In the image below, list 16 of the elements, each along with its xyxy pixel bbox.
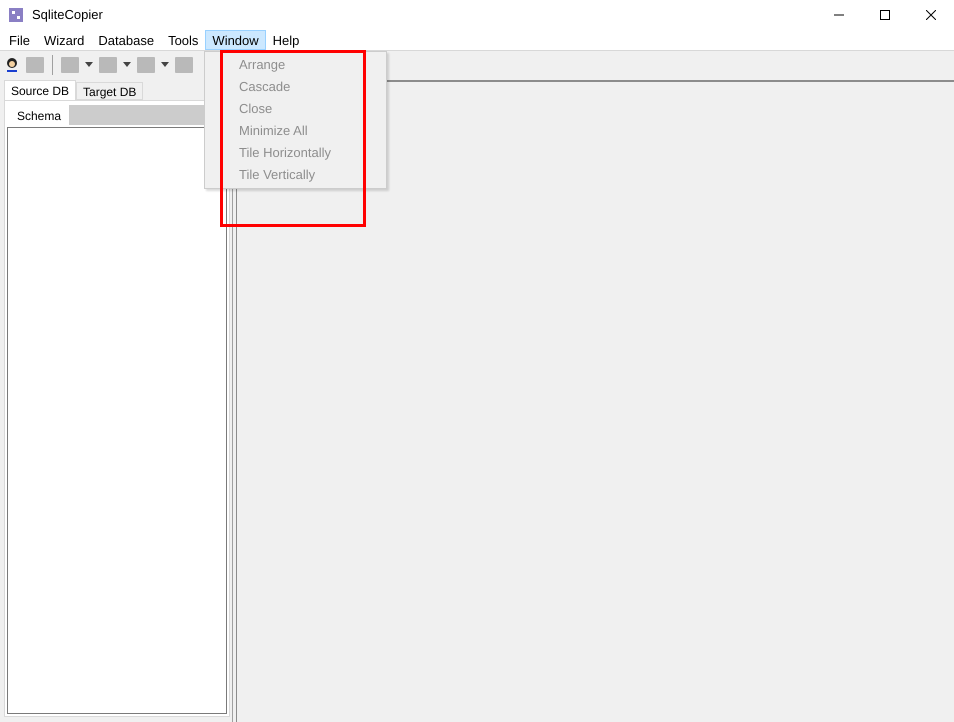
window-title: SqliteCopier (32, 6, 103, 24)
menu-item[interactable]: Tools (161, 30, 206, 50)
tab[interactable]: Source DB (4, 80, 76, 100)
menu-item[interactable]: File (2, 30, 37, 50)
maximize-icon (880, 10, 890, 20)
menu-item[interactable]: Database (91, 30, 162, 50)
caret-icon[interactable] (85, 62, 93, 67)
caret-icon[interactable] (123, 62, 131, 67)
app-icon (8, 7, 24, 23)
tab[interactable]: Target DB (76, 82, 144, 100)
person-icon[interactable] (4, 56, 20, 72)
menu-item[interactable]: Window (205, 30, 266, 50)
menu-item[interactable]: Help (266, 30, 306, 50)
menu-item[interactable]: Wizard (36, 30, 92, 50)
caret-icon[interactable] (161, 62, 169, 67)
close-icon (926, 10, 936, 20)
